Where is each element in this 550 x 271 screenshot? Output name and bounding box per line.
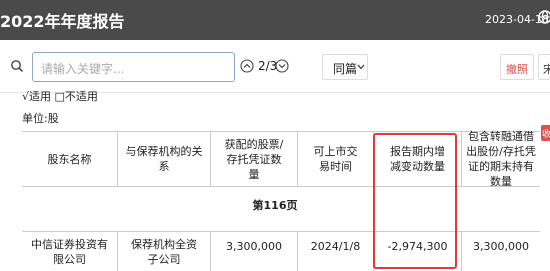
- header-relationship: 与保荐机构的关系: [118, 132, 211, 186]
- header-shareholder-name: 股东名称: [22, 132, 118, 186]
- cell-change-quantity: -2,974,300: [374, 232, 462, 271]
- cell-shareholder-name: 中信证券投资有限公司: [22, 232, 118, 271]
- clear-button[interactable]: 撤照: [500, 54, 534, 80]
- chevron-down-icon[interactable]: [275, 59, 289, 73]
- search-input[interactable]: 请输入关键字...: [32, 52, 235, 82]
- table-header-row: 股东名称 与保荐机构的关系 获配的股票/存托凭证数量 可上市交易时间 报告期内增…: [22, 130, 540, 188]
- side-tab[interactable]: 收: [541, 125, 550, 141]
- report-title: 2022年年度报告: [0, 12, 125, 31]
- search-placeholder: 请输入关键字...: [41, 62, 125, 76]
- header-allocated-shares: 获配的股票/存托凭证数量: [211, 132, 298, 186]
- header-period-end-holdings: 包含转融通借出股份/存托凭证的期末持有数量: [466, 130, 536, 188]
- scope-select-value: 同篇: [333, 62, 358, 76]
- page-marker: 第116页: [252, 199, 298, 212]
- search-toolbar: 请输入关键字... 2/3 同篇 撤照 宋: [0, 40, 550, 93]
- globe-icon[interactable]: [538, 10, 550, 24]
- applicable-line: √适用 □不适用: [22, 90, 98, 103]
- scope-select[interactable]: 同篇: [322, 54, 368, 80]
- cell-relationship: 保荐机构全资子公司: [118, 232, 211, 271]
- search-icon[interactable]: [10, 59, 24, 73]
- header-change-quantity: 报告期内增减变动数量: [374, 132, 462, 186]
- table-row: 中信证券投资有限公司 保荐机构全资子公司 3,300,000 2024/1/8 …: [22, 231, 540, 271]
- font-button[interactable]: 宋: [538, 54, 550, 80]
- dropdown-chevron-icon: [357, 64, 365, 70]
- top-bar: 2022年年度报告 2023-04-18: [0, 0, 550, 40]
- unit-line: 单位:股: [22, 112, 59, 125]
- chevron-up-icon[interactable]: [240, 59, 254, 73]
- cell-listing-time: 2024/1/8: [298, 232, 374, 271]
- cell-period-end-holdings: 3,300,000: [473, 240, 529, 253]
- cell-allocated-shares: 3,300,000: [211, 232, 298, 271]
- header-listing-time: 可上市交易时间: [298, 132, 374, 186]
